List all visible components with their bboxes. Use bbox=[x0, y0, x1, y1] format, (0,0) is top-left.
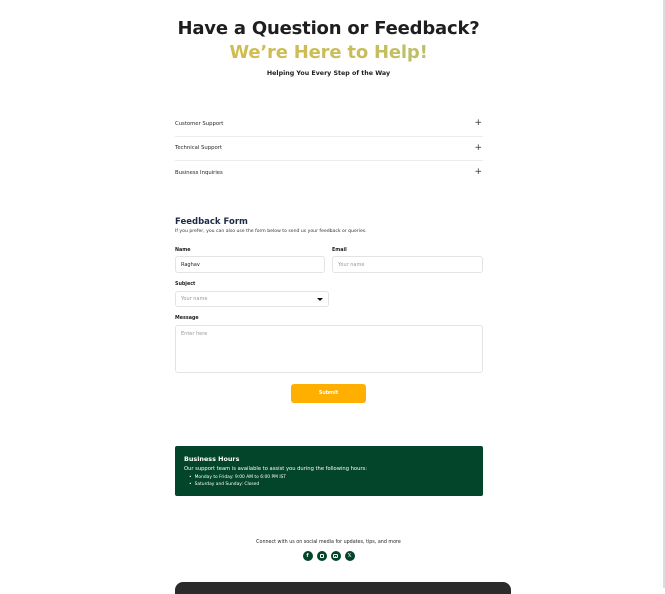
feedback-form: Feedback Form If you prefer, you can als… bbox=[175, 217, 483, 403]
page-tagline: Helping You Every Step of the Way bbox=[266, 70, 391, 77]
subject-select[interactable]: Your name bbox=[175, 291, 329, 307]
accordion-label: Customer Support bbox=[175, 120, 224, 127]
footer-bar bbox=[175, 582, 511, 594]
subject-placeholder: Your name bbox=[181, 296, 208, 302]
business-hours-list: Monday to Friday: 9:00 AM to 6:00 PM IST… bbox=[184, 475, 474, 488]
message-field[interactable] bbox=[175, 325, 483, 373]
form-description: If you prefer, you can also use the form… bbox=[175, 229, 367, 234]
accordion-item-customer-support[interactable]: Customer Support + bbox=[175, 112, 483, 137]
support-accordion: Customer Support + Technical Support + B… bbox=[175, 112, 483, 185]
facebook-icon[interactable]: f bbox=[302, 551, 313, 561]
accordion-label: Business Inquiries bbox=[175, 169, 223, 176]
plus-icon[interactable]: + bbox=[474, 119, 483, 128]
caret-down-icon bbox=[317, 297, 323, 301]
social-section: Connect with us on social media for upda… bbox=[0, 540, 657, 561]
subject-label: Subject bbox=[175, 282, 196, 287]
plus-icon[interactable]: + bbox=[474, 168, 483, 177]
email-label: Email bbox=[332, 248, 347, 253]
plus-icon[interactable]: + bbox=[474, 143, 483, 153]
email-field[interactable] bbox=[332, 256, 483, 273]
social-text: Connect with us on social media for upda… bbox=[256, 540, 401, 545]
business-hours-intro: Our support team is available to assist … bbox=[184, 466, 367, 472]
hero: Have a Question or Feedback? We’re Here … bbox=[0, 18, 657, 77]
accordion-label: Technical Support bbox=[175, 145, 222, 152]
form-title: Feedback Form bbox=[175, 217, 248, 227]
x-icon[interactable]: 𝕏 bbox=[344, 551, 355, 561]
accordion-item-business-inquiries[interactable]: Business Inquiries + bbox=[175, 161, 483, 185]
accordion-item-technical-support[interactable]: Technical Support + bbox=[175, 137, 483, 161]
business-hours-card: Business Hours Our support team is avail… bbox=[175, 446, 483, 496]
business-hours-title: Business Hours bbox=[184, 455, 240, 463]
message-label: Message bbox=[175, 316, 199, 321]
email-icon[interactable] bbox=[316, 551, 327, 561]
list-item: Saturday and Sunday: Closed bbox=[189, 482, 474, 489]
name-label: Name bbox=[175, 248, 191, 253]
page-subtitle: We’re Here to Help! bbox=[0, 41, 657, 64]
instagram-icon[interactable] bbox=[330, 551, 341, 561]
name-field[interactable] bbox=[175, 256, 325, 273]
page-title: Have a Question or Feedback? bbox=[177, 18, 480, 39]
submit-button[interactable]: Submit bbox=[291, 384, 366, 403]
social-icons: f 𝕏 bbox=[0, 551, 657, 561]
